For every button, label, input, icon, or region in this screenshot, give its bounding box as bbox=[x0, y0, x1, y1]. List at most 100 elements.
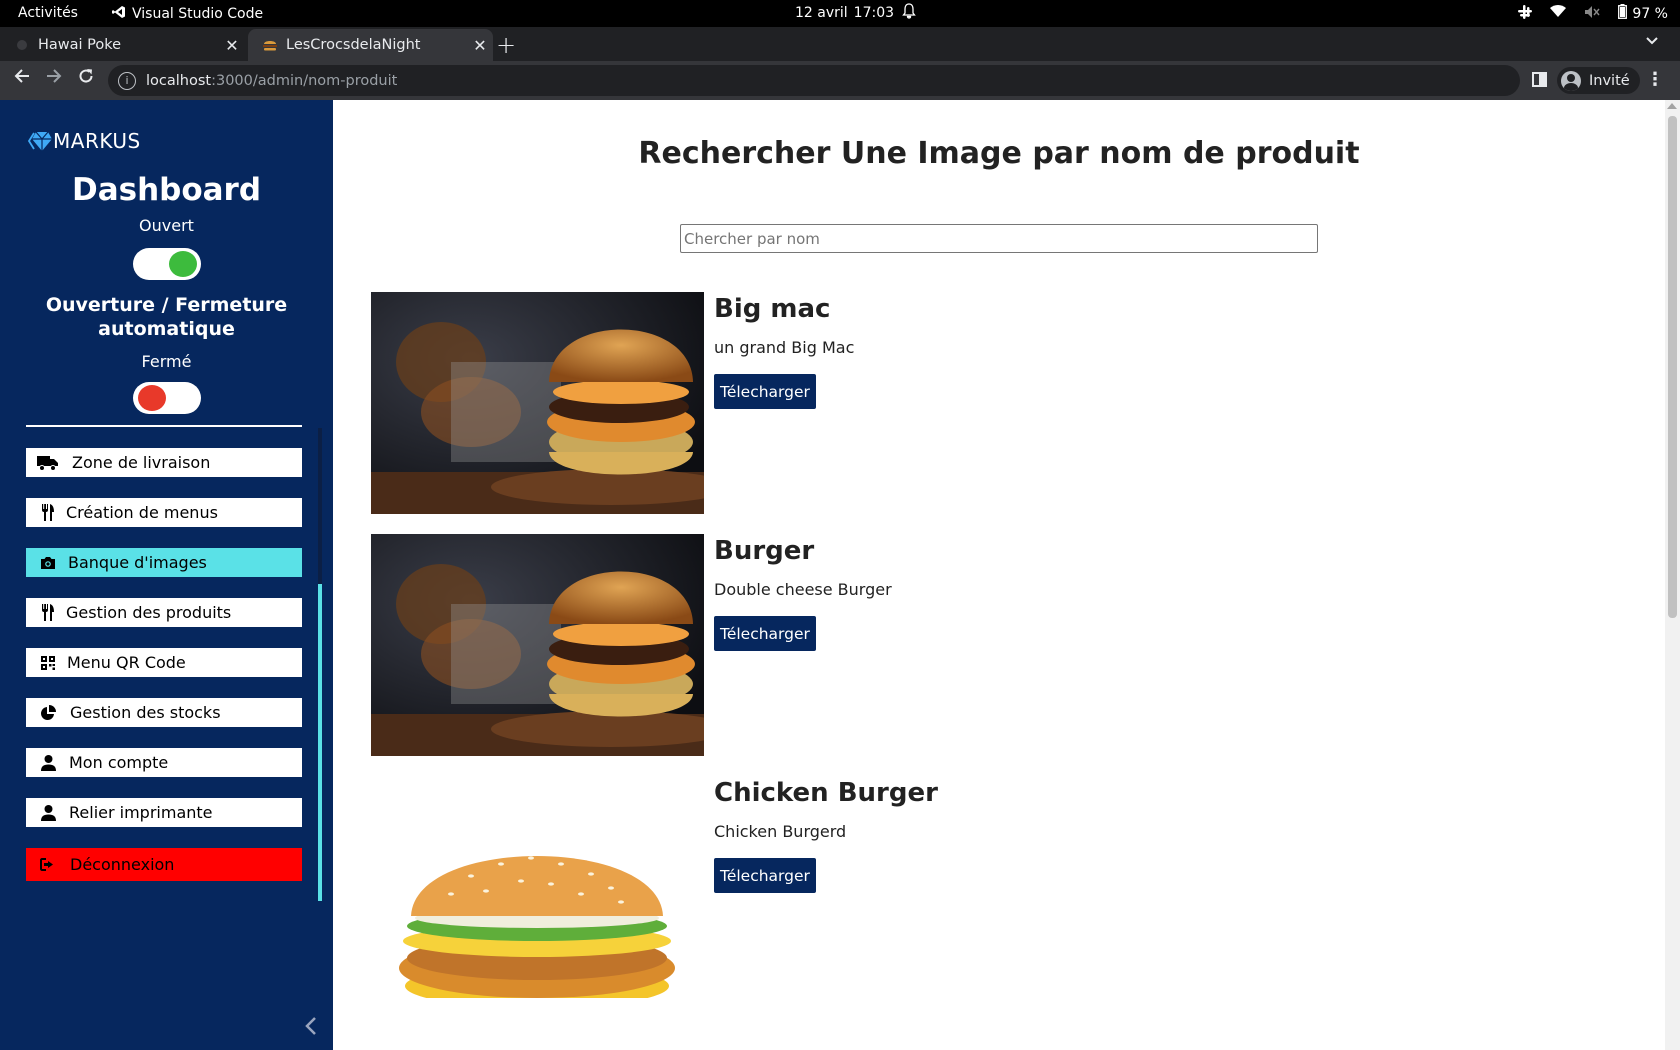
reload-icon[interactable] bbox=[74, 67, 98, 89]
clock[interactable]: 12 avril 17:03 bbox=[795, 5, 894, 21]
logout-button[interactable]: Déconnexion bbox=[26, 848, 302, 881]
close-tab-icon[interactable]: ✕ bbox=[467, 36, 493, 55]
volume-muted-icon[interactable] bbox=[1584, 5, 1600, 23]
battery-status[interactable]: 97 % bbox=[1618, 4, 1668, 23]
sign-out-icon bbox=[36, 858, 60, 871]
product-description: un grand Big Mac bbox=[714, 338, 855, 357]
sidebar-item-menu-creation[interactable]: Création de menus bbox=[26, 498, 302, 527]
product-name: Chicken Burger bbox=[714, 778, 938, 808]
notification-bell-icon[interactable] bbox=[902, 3, 916, 23]
product-name: Burger bbox=[714, 536, 815, 566]
site-info-icon[interactable]: i bbox=[118, 71, 136, 90]
url-host: localhost bbox=[146, 72, 212, 89]
sidebar-item-product-management[interactable]: Gestion des produits bbox=[26, 598, 302, 627]
guest-avatar-icon bbox=[1561, 70, 1581, 91]
url-path: :3000/admin/nom-produit bbox=[211, 72, 398, 89]
toggle-knob bbox=[138, 385, 166, 411]
os-top-bar: Activités Visual Studio Code 12 avril 17… bbox=[0, 0, 1680, 27]
address-bar[interactable]: i localhost:3000/admin/nom-produit bbox=[108, 65, 1520, 96]
admin-sidebar: MARKUS Dashboard Ouvert Ouverture / Ferm… bbox=[0, 100, 333, 1050]
clock-date: 12 avril bbox=[795, 5, 848, 21]
open-status-label: Ouvert bbox=[139, 216, 194, 235]
scroll-up-arrow-icon[interactable] bbox=[1667, 103, 1677, 109]
sidebar-item-my-account[interactable]: Mon compte bbox=[26, 748, 302, 777]
browser-toolbar: i localhost:3000/admin/nom-produit Invit… bbox=[0, 61, 1680, 100]
page-scrollbar-thumb[interactable] bbox=[1668, 116, 1677, 618]
qrcode-icon bbox=[36, 655, 60, 670]
utensils-icon bbox=[36, 504, 60, 521]
product-card: Big mac un grand Big Mac Télecharger bbox=[371, 292, 1371, 514]
search-input[interactable] bbox=[680, 224, 1318, 253]
sidebar-scrollbar-thumb[interactable] bbox=[318, 584, 322, 901]
sidebar-item-image-bank[interactable]: Banque d'images bbox=[26, 548, 302, 577]
tab-title: Hawai Poke bbox=[38, 37, 122, 53]
tab-search-chevron-icon[interactable] bbox=[1646, 33, 1658, 49]
battery-icon bbox=[1618, 4, 1628, 23]
utensils-icon bbox=[36, 604, 60, 621]
diamond-logo-icon bbox=[27, 130, 52, 152]
product-name: Big mac bbox=[714, 294, 831, 324]
collapse-sidebar-chevron-icon[interactable] bbox=[305, 1016, 317, 1042]
closed-status-label: Fermé bbox=[141, 352, 192, 371]
battery-percentage: 97 % bbox=[1632, 5, 1668, 22]
sidebar-item-label: Gestion des stocks bbox=[70, 703, 221, 722]
sidebar-item-stock-management[interactable]: Gestion des stocks bbox=[26, 698, 302, 727]
tab-lescrocsdelanight[interactable]: LesCrocsdelaNight ✕ bbox=[248, 29, 493, 61]
tab-hawai-poke[interactable]: Hawai Poke ✕ bbox=[0, 29, 245, 61]
profile-label: Invité bbox=[1589, 72, 1630, 89]
profile-button[interactable]: Invité bbox=[1557, 67, 1640, 94]
product-description: Chicken Burgerd bbox=[714, 822, 847, 841]
vscode-icon bbox=[112, 5, 126, 23]
clock-time: 17:03 bbox=[853, 5, 895, 21]
markus-logo[interactable]: MARKUS bbox=[27, 129, 141, 153]
user-icon bbox=[36, 804, 60, 821]
truck-icon bbox=[36, 455, 60, 471]
sidebar-item-label: Gestion des produits bbox=[66, 603, 232, 622]
logout-label: Déconnexion bbox=[70, 855, 175, 874]
product-description: Double cheese Burger bbox=[714, 580, 892, 599]
page-title: Rechercher Une Image par nom de produit bbox=[638, 136, 1360, 171]
brand-name: MARKUS bbox=[53, 129, 141, 153]
side-panel-icon[interactable] bbox=[1532, 72, 1547, 87]
slack-icon[interactable] bbox=[1518, 4, 1533, 23]
open-close-toggle[interactable] bbox=[133, 248, 201, 280]
toggle-knob bbox=[169, 251, 197, 277]
sidebar-item-label: Création de menus bbox=[66, 503, 218, 522]
active-app-name: Visual Studio Code bbox=[132, 6, 264, 22]
browser-tab-strip: Hawai Poke ✕ LesCrocsdelaNight ✕ + bbox=[0, 27, 1680, 61]
product-card: Burger Double cheese Burger Télecharger bbox=[371, 534, 1371, 756]
wifi-icon[interactable] bbox=[1550, 5, 1567, 22]
sidebar-divider bbox=[26, 425, 302, 427]
download-button[interactable]: Télecharger bbox=[714, 858, 816, 893]
forward-arrow-icon[interactable] bbox=[42, 67, 66, 89]
new-tab-button[interactable]: + bbox=[496, 31, 516, 59]
download-button[interactable]: Télecharger bbox=[714, 374, 816, 409]
sidebar-item-delivery-zone[interactable]: Zone de livraison bbox=[26, 448, 302, 477]
main-content: Rechercher Une Image par nom de produit bbox=[333, 100, 1665, 1050]
camera-icon bbox=[36, 556, 60, 570]
system-tray[interactable]: 97 % bbox=[1518, 4, 1668, 23]
burger-favicon-icon bbox=[262, 37, 278, 53]
sidebar-item-label: Menu QR Code bbox=[67, 653, 186, 672]
pie-chart-icon bbox=[36, 704, 60, 721]
sidebar-item-qr-menu[interactable]: Menu QR Code bbox=[26, 648, 302, 677]
product-card: Chicken Burger Chicken Burgerd Télecharg… bbox=[371, 776, 1371, 998]
close-tab-icon[interactable]: ✕ bbox=[219, 36, 245, 55]
sidebar-item-label: Relier imprimante bbox=[69, 803, 213, 822]
sidebar-item-label: Mon compte bbox=[69, 753, 169, 772]
auto-open-close-title: Ouverture / Fermeture automatique bbox=[45, 294, 288, 340]
back-arrow-icon[interactable] bbox=[10, 67, 34, 89]
activities-button[interactable]: Activités bbox=[18, 5, 78, 21]
sidebar-item-link-printer[interactable]: Relier imprimante bbox=[26, 798, 302, 827]
download-button[interactable]: Télecharger bbox=[714, 616, 816, 651]
sidebar-item-label: Zone de livraison bbox=[72, 453, 211, 472]
user-icon bbox=[36, 754, 60, 771]
product-image bbox=[371, 534, 704, 756]
tab-title: LesCrocsdelaNight bbox=[286, 37, 421, 53]
product-image bbox=[371, 292, 704, 514]
favicon-icon bbox=[14, 37, 30, 53]
auto-open-close-toggle[interactable] bbox=[133, 382, 201, 414]
browser-menu-icon[interactable]: ⋮ bbox=[1646, 69, 1664, 90]
product-image bbox=[371, 776, 704, 998]
active-app-indicator[interactable]: Visual Studio Code bbox=[112, 5, 263, 23]
